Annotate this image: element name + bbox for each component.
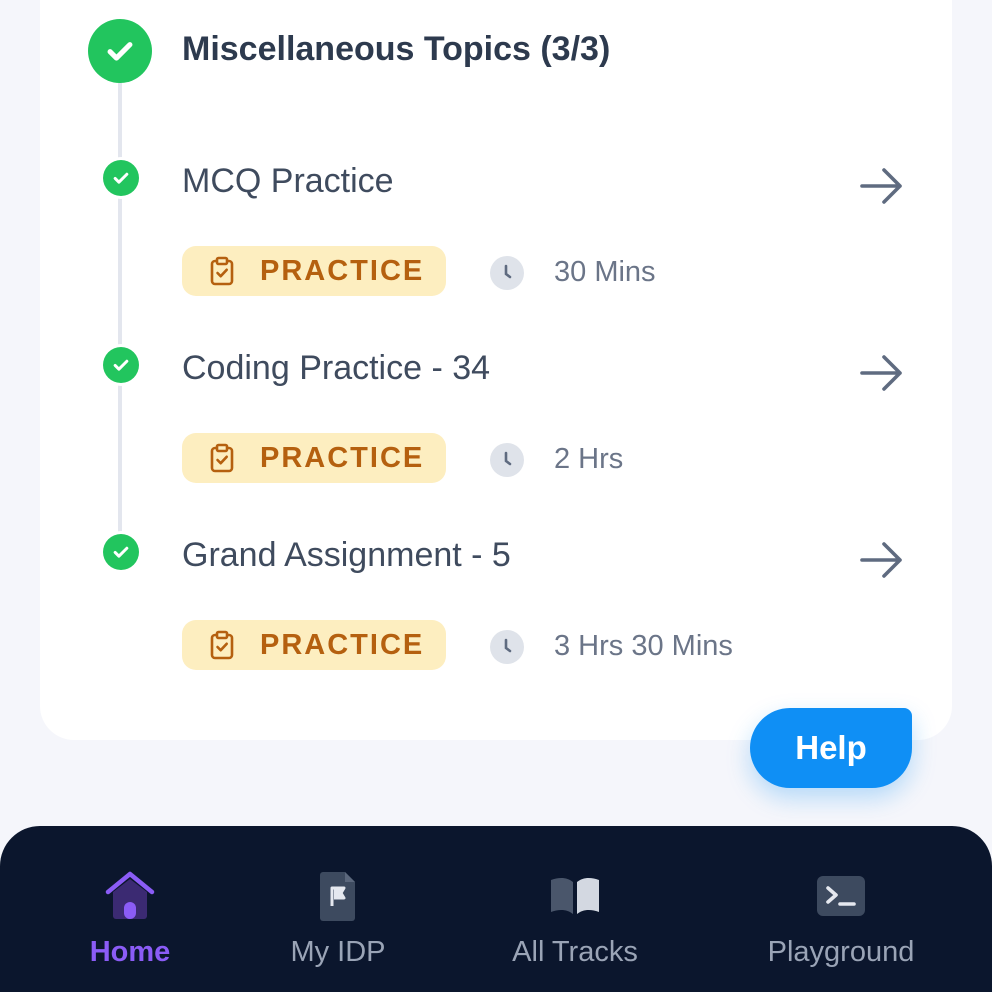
bottom-navigation: Home My IDP All Tracks Playground bbox=[0, 826, 992, 992]
nav-item-all-tracks[interactable]: All Tracks bbox=[490, 826, 660, 992]
item-complete-check-icon bbox=[103, 160, 139, 196]
nav-label: Playground bbox=[767, 936, 915, 968]
badge-label: PRACTICE bbox=[260, 628, 425, 661]
arrow-right-icon[interactable] bbox=[858, 351, 906, 395]
nav-item-playground[interactable]: Playground bbox=[756, 826, 926, 992]
item-title: Coding Practice - 34 bbox=[182, 349, 491, 387]
list-item-coding-practice[interactable]: Coding Practice - 34 PRACTICE 2 Hrs bbox=[0, 347, 992, 497]
badge-label: PRACTICE bbox=[260, 441, 425, 474]
clipboard-check-icon bbox=[210, 630, 234, 660]
book-icon bbox=[551, 877, 599, 914]
badge-label: PRACTICE bbox=[260, 254, 425, 287]
help-button[interactable]: Help bbox=[750, 708, 912, 788]
duration-text: 30 Mins bbox=[554, 256, 656, 288]
practice-badge: PRACTICE bbox=[182, 433, 446, 483]
list-item-mcq-practice[interactable]: MCQ Practice PRACTICE 30 Mins bbox=[0, 160, 992, 310]
item-complete-check-icon bbox=[103, 534, 139, 570]
duration-text: 2 Hrs bbox=[554, 443, 624, 475]
nav-item-home[interactable]: Home bbox=[70, 826, 190, 992]
arrow-right-icon[interactable] bbox=[858, 538, 906, 582]
nav-item-my-idp[interactable]: My IDP bbox=[270, 826, 406, 992]
item-title: Grand Assignment - 5 bbox=[182, 536, 511, 574]
section-complete-check-icon bbox=[88, 19, 152, 83]
nav-label: Home bbox=[89, 936, 171, 968]
clipboard-check-icon bbox=[210, 443, 234, 473]
list-item-grand-assignment[interactable]: Grand Assignment - 5 PRACTICE 3 Hrs 30 M… bbox=[0, 534, 992, 684]
flag-document-icon bbox=[320, 872, 355, 921]
practice-badge: PRACTICE bbox=[182, 246, 446, 296]
item-complete-check-icon bbox=[103, 347, 139, 383]
home-icon bbox=[105, 871, 155, 919]
section-title: Miscellaneous Topics (3/3) bbox=[182, 30, 611, 68]
arrow-right-icon[interactable] bbox=[858, 164, 906, 208]
item-title: MCQ Practice bbox=[182, 162, 394, 200]
clipboard-check-icon bbox=[210, 256, 234, 286]
clock-icon bbox=[490, 256, 524, 290]
nav-label: My IDP bbox=[290, 936, 386, 968]
terminal-icon bbox=[817, 876, 865, 916]
clock-icon bbox=[490, 630, 524, 664]
duration-text: 3 Hrs 30 Mins bbox=[554, 630, 733, 662]
practice-badge: PRACTICE bbox=[182, 620, 446, 670]
nav-label: All Tracks bbox=[512, 936, 638, 968]
clock-icon bbox=[490, 443, 524, 477]
